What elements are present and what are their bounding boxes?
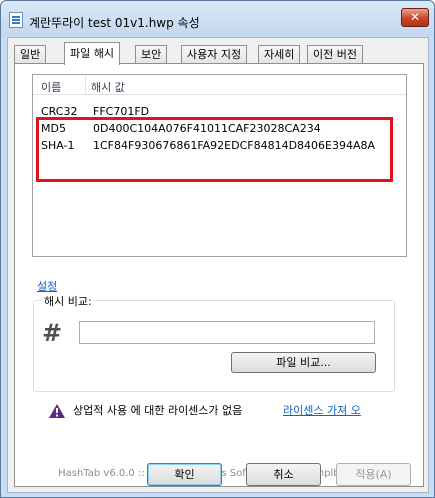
hash-name: MD5: [41, 122, 66, 135]
hash-compare-input[interactable]: [79, 321, 375, 344]
tab-previous-versions[interactable]: 이전 버전: [307, 45, 363, 64]
hash-compare-label: 해시 비교:: [42, 293, 94, 309]
hash-compare-group: 해시 비교: # 파일 비교...: [33, 293, 395, 392]
window-title: 계란뚜라이 test 01v1.hwp 속성: [29, 16, 200, 30]
column-header-hash[interactable]: 해시 값: [91, 79, 125, 95]
license-warning-text: 상업적 사용 에 대한 라이센스가 없음: [73, 404, 243, 417]
settings-link[interactable]: 설정: [37, 278, 57, 294]
tab-security[interactable]: 보안: [135, 45, 168, 64]
properties-window: 계란뚜라이 test 01v1.hwp 속성 ✕ 일반 파일 해시 보안 사용자…: [0, 0, 435, 498]
hash-value: 0D400C104A076F41011CAF23028CA234: [93, 122, 321, 135]
hash-name: CRC32: [41, 105, 78, 118]
apply-button[interactable]: 적용(A): [336, 463, 411, 486]
hash-list-header: 이름 해시 값: [33, 75, 406, 95]
tab-custom[interactable]: 사용자 지정: [181, 45, 248, 64]
cancel-button[interactable]: 취소: [246, 463, 321, 486]
warning-icon: [49, 404, 65, 418]
hash-row-sha1[interactable]: SHA-1 1CF84F930676861FA92EDCF84814D8406E…: [33, 137, 406, 154]
ok-button[interactable]: 확인: [147, 463, 222, 486]
title-bar[interactable]: 계란뚜라이 test 01v1.hwp 속성 ✕: [1, 1, 434, 37]
file-hash-panel: 이름 해시 값 CRC32 FFC701FD MD5 0D400C104A076…: [14, 63, 424, 487]
hash-row-md5[interactable]: MD5 0D400C104A076F41011CAF23028CA234: [33, 120, 406, 137]
document-icon: [9, 12, 23, 28]
hash-icon: #: [42, 319, 63, 347]
hash-name: SHA-1: [41, 139, 75, 152]
hash-row-crc32[interactable]: CRC32 FFC701FD: [33, 103, 406, 120]
tab-general[interactable]: 일반: [14, 45, 47, 64]
get-license-link[interactable]: 라이센스 가져 오: [283, 402, 361, 418]
hash-value: 1CF84F930676861FA92EDCF84814D8406E394A8A: [93, 139, 376, 152]
dialog-client-area: 일반 파일 해시 보안 사용자 지정 자세히 이전 버전 이름 해시 값 CRC…: [7, 37, 429, 493]
compare-file-button[interactable]: 파일 비교...: [231, 352, 376, 373]
close-button[interactable]: ✕: [401, 8, 429, 27]
column-divider[interactable]: [85, 76, 86, 94]
tab-details[interactable]: 자세히: [258, 45, 301, 64]
hash-list[interactable]: 이름 해시 값 CRC32 FFC701FD MD5 0D400C104A076…: [32, 74, 407, 257]
hash-value: FFC701FD: [93, 105, 150, 118]
tab-file-hash[interactable]: 파일 해시: [64, 42, 120, 65]
column-header-name[interactable]: 이름: [41, 79, 61, 95]
